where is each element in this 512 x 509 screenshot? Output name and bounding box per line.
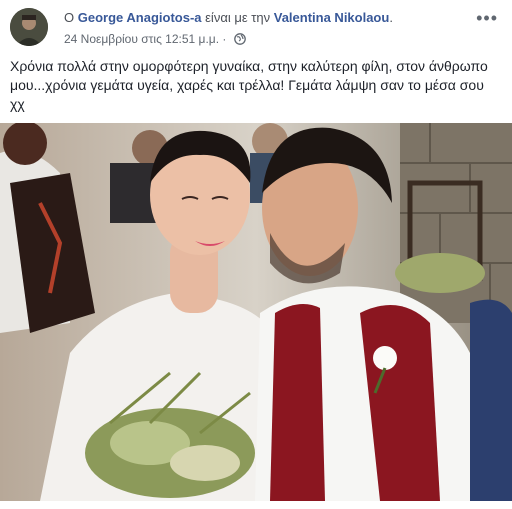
tagged-user-link[interactable]: Valentina Nikolaou: [274, 10, 390, 25]
tagged-suffix: .: [389, 10, 393, 25]
globe-icon[interactable]: [233, 33, 246, 48]
wedding-photo-image: [0, 123, 512, 501]
post-body: Χρόνια πολλά στην ομορφότερη γυναίκα, στ…: [10, 58, 488, 112]
more-options-icon[interactable]: •••: [476, 8, 498, 29]
author-prefix: O: [64, 10, 75, 25]
avatar[interactable]: [10, 8, 48, 46]
with-text: είναι με την: [205, 10, 271, 25]
author-link[interactable]: George Anagiotos-a: [78, 10, 202, 25]
post-meta: 24 Νοεμβρίου στις 12:51 μ.μ. ·: [64, 32, 246, 48]
post-photo[interactable]: [0, 123, 512, 501]
post-author-line: O George Anagiotos-a είναι με την Valent…: [64, 10, 393, 26]
post-timestamp[interactable]: 24 Νοεμβρίου στις 12:51 μ.μ.: [64, 32, 219, 46]
post-header: O George Anagiotos-a είναι με την Valent…: [8, 6, 504, 48]
meta-separator: ·: [222, 32, 227, 46]
